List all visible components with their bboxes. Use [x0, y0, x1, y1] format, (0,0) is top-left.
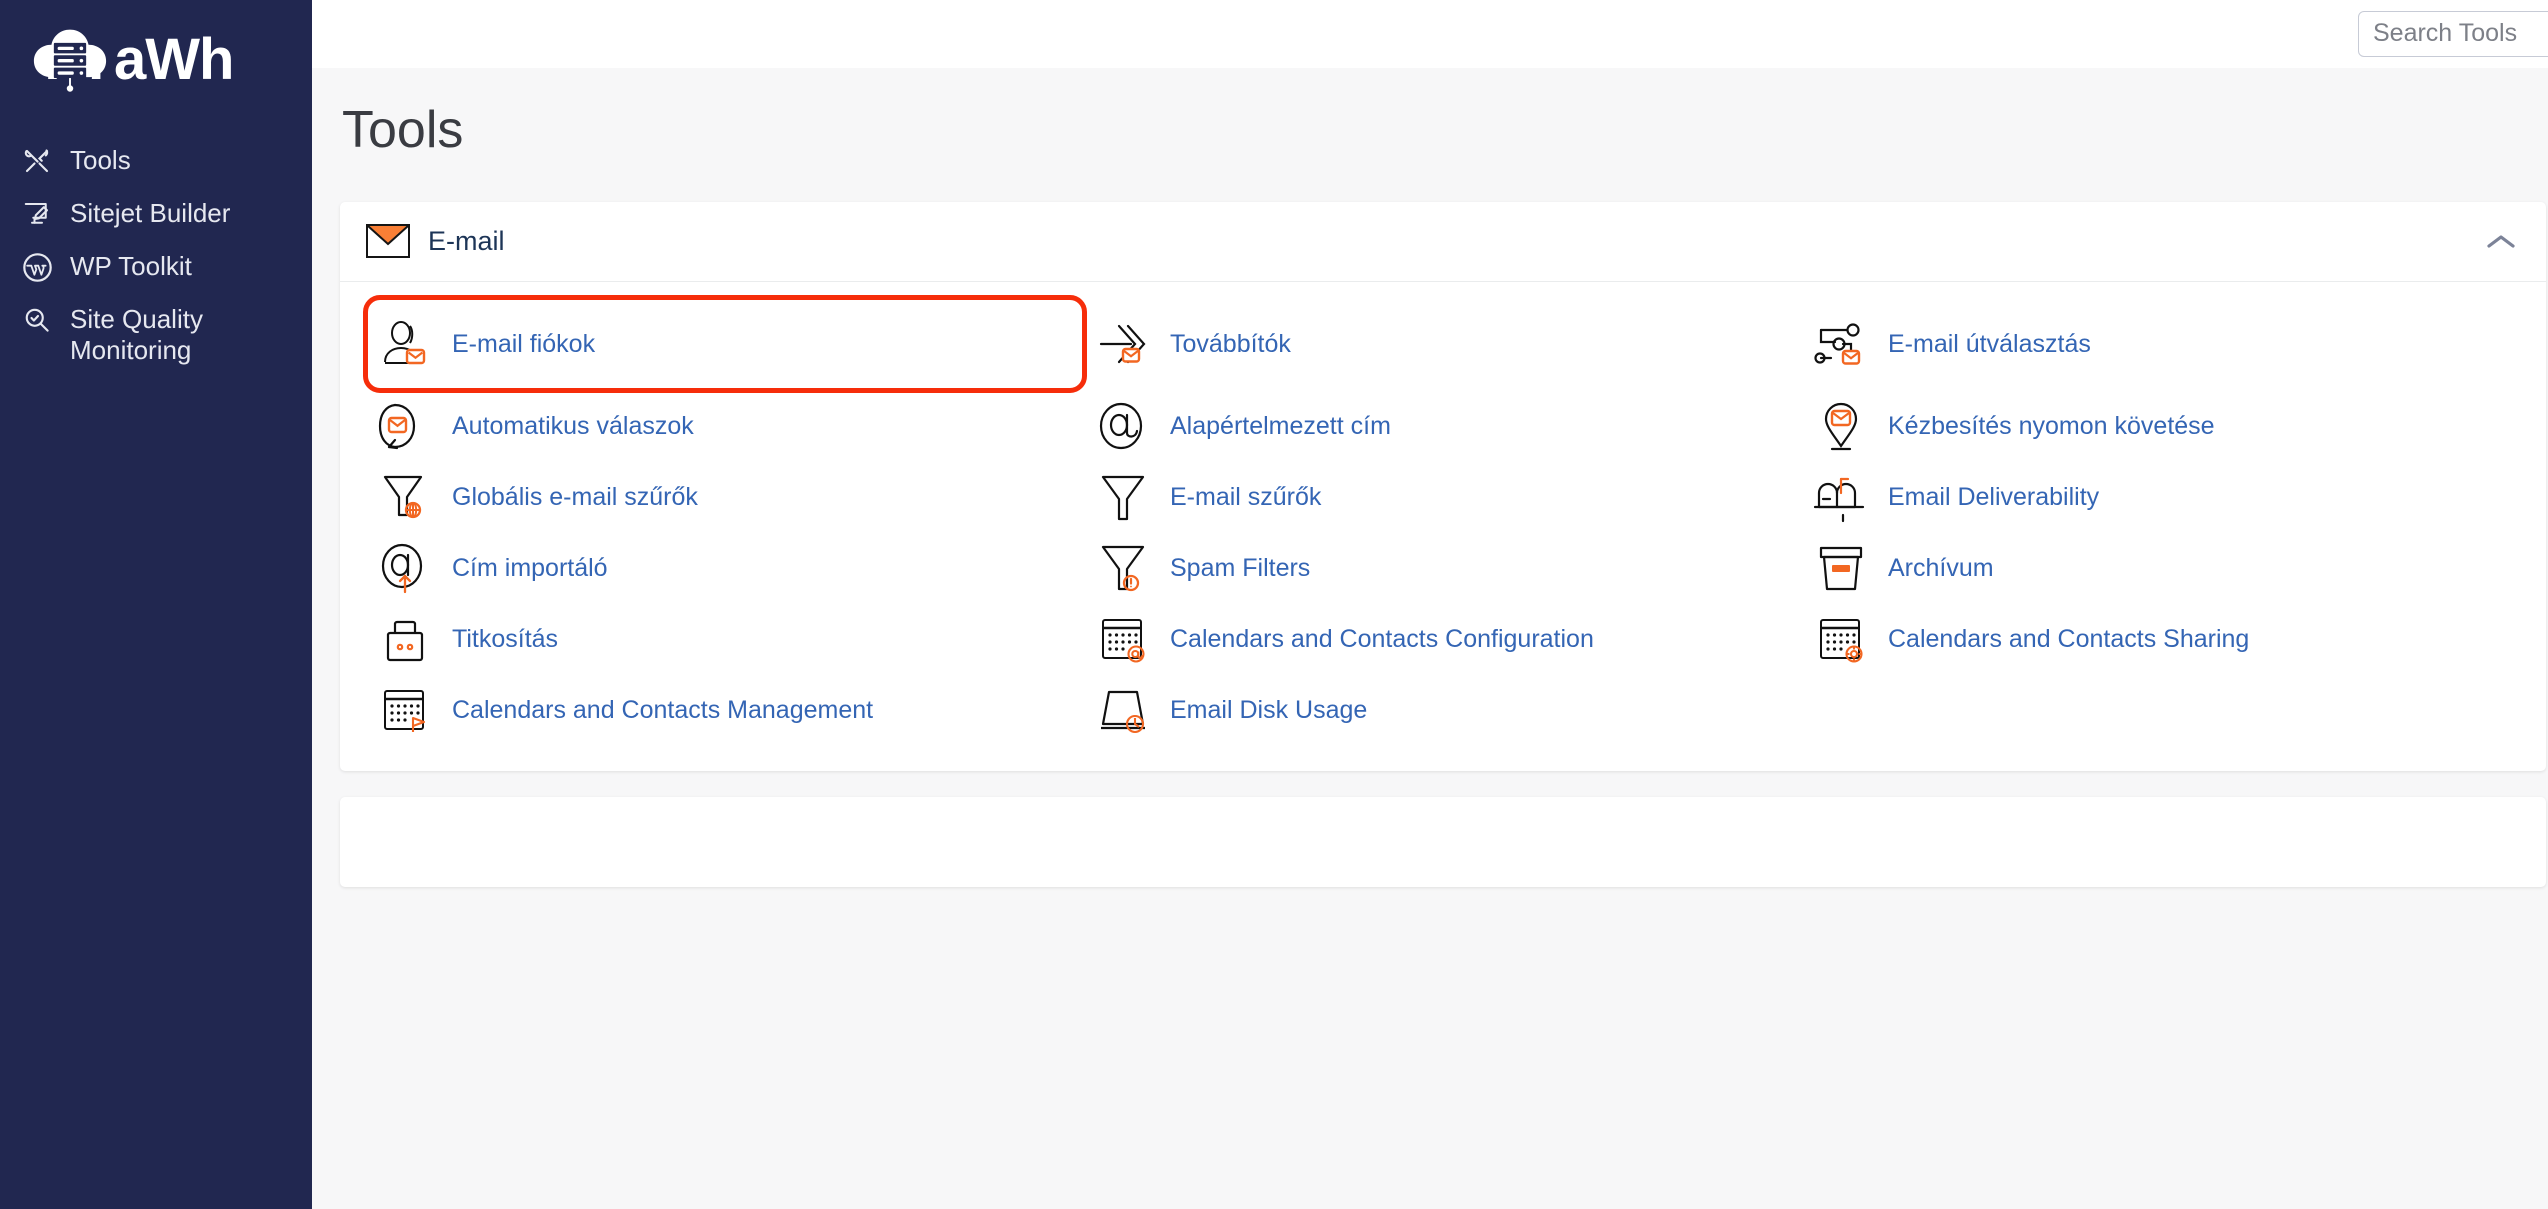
tile-default-address[interactable]: Alapértelmezett cím [1084, 390, 1802, 461]
calendar-share-icon [1810, 611, 1872, 667]
top-bar [312, 0, 2548, 68]
funnel-globe-icon [374, 469, 436, 525]
tile-label: Calendars and Contacts Sharing [1888, 624, 2250, 653]
email-panel: E-mail E-mail fiókok Továbbítók E-mail ú… [340, 202, 2546, 771]
tools-icon [22, 146, 60, 176]
tile-label: Cím importáló [452, 553, 608, 582]
tile-label: Archívum [1888, 553, 1994, 582]
search-input[interactable] [2358, 10, 2548, 57]
tile-label: Alapértelmezett cím [1170, 411, 1391, 440]
calendar-flag-icon [374, 682, 436, 738]
mailbox-icon [1810, 469, 1872, 525]
archive-box-icon [1810, 540, 1872, 596]
at-sign-upload-icon [374, 540, 436, 596]
tile-spam-filters[interactable]: Spam Filters [1084, 532, 1802, 603]
tile-label: Spam Filters [1170, 553, 1311, 582]
routing-nodes-envelope-icon [1810, 316, 1872, 372]
tile-label: Továbbítók [1170, 330, 1291, 358]
tile-calendars-contacts-management[interactable]: Calendars and Contacts Management [366, 674, 1084, 745]
envelope-icon [366, 223, 410, 260]
padlock-icon [374, 611, 436, 667]
sidebar-item-label: Sitejet Builder [70, 198, 231, 228]
map-pin-envelope-icon [1810, 398, 1872, 454]
calendar-at-icon [1092, 611, 1154, 667]
tile-archive[interactable]: Archívum [1802, 532, 2520, 603]
tile-calendars-contacts-configuration[interactable]: Calendars and Contacts Configuration [1084, 603, 1802, 674]
tile-label: E-mail szűrők [1170, 482, 1322, 511]
brand-logo-text: aWh [114, 27, 234, 92]
sidebar: aWh Tools Sitejet Builder WP Toolkit Sit… [0, 0, 312, 1209]
tile-label: E-mail fiókok [452, 330, 596, 358]
wordpress-icon [22, 252, 60, 282]
tile-track-delivery[interactable]: Kézbesítés nyomon követése [1802, 390, 2520, 461]
tile-label: Calendars and Contacts Management [452, 695, 874, 724]
main-content: Tools E-mail [312, 0, 2548, 1209]
app-root: aWh Tools Sitejet Builder WP Toolkit Sit… [0, 0, 2548, 1209]
sidebar-item-site-quality-monitoring[interactable]: Site Quality Monitoring [0, 293, 312, 376]
user-envelope-icon [374, 316, 436, 372]
tile-encryption[interactable]: Titkosítás [366, 603, 1084, 674]
page-title: Tools [342, 101, 464, 159]
monitor-pencil-icon [22, 199, 60, 229]
sidebar-item-label: Site Quality Monitoring [70, 304, 203, 365]
next-panel-placeholder [340, 797, 2546, 887]
tile-email-disk-usage[interactable]: Email Disk Usage [1084, 674, 1802, 745]
tile-calendars-contacts-sharing[interactable]: Calendars and Contacts Sharing [1802, 603, 2520, 674]
funnel-icon [1092, 469, 1154, 525]
tile-forwarders[interactable]: Továbbítók [1084, 298, 1802, 390]
autoresponder-loop-envelope-icon [374, 398, 436, 454]
magnifier-check-icon [22, 305, 60, 335]
tile-email-deliverability[interactable]: Email Deliverability [1802, 461, 2520, 532]
brand-logo[interactable]: aWh [0, 0, 312, 120]
email-panel-header[interactable]: E-mail [340, 202, 2546, 282]
tile-label: Email Disk Usage [1170, 695, 1368, 724]
cloud-server-logo-icon [22, 22, 118, 98]
chevron-up-icon[interactable] [2484, 231, 2518, 253]
email-panel-title: E-mail [428, 226, 505, 256]
sidebar-nav: Tools Sitejet Builder WP Toolkit Site Qu… [0, 134, 312, 376]
at-sign-icon [1092, 398, 1154, 454]
tile-label: Automatikus válaszok [452, 411, 694, 440]
sidebar-item-tools[interactable]: Tools [0, 134, 312, 187]
email-tile-grid: E-mail fiókok Továbbítók E-mail útválasz… [340, 282, 2546, 771]
tile-label: E-mail útválasztás [1888, 330, 2091, 358]
tile-label: Titkosítás [452, 624, 559, 653]
tile-address-importer[interactable]: Cím importáló [366, 532, 1084, 603]
tile-label: Calendars and Contacts Configuration [1170, 624, 1594, 653]
funnel-alert-icon [1092, 540, 1154, 596]
tile-label: Kézbesítés nyomon követése [1888, 411, 2215, 440]
sidebar-item-sitejet-builder[interactable]: Sitejet Builder [0, 187, 312, 240]
tile-autoresponders[interactable]: Automatikus válaszok [366, 390, 1084, 461]
tile-email-accounts[interactable]: E-mail fiókok [363, 295, 1087, 393]
arrow-forward-envelope-icon [1092, 316, 1154, 372]
tile-email-routing[interactable]: E-mail útválasztás [1802, 298, 2520, 390]
sidebar-item-label: WP Toolkit [70, 251, 192, 281]
sidebar-item-label: Tools [70, 145, 131, 175]
tile-label: Email Deliverability [1888, 482, 2100, 511]
tile-email-filters[interactable]: E-mail szűrők [1084, 461, 1802, 532]
disk-usage-icon [1092, 682, 1154, 738]
tile-global-email-filters[interactable]: Globális e-mail szűrők [366, 461, 1084, 532]
tile-label: Globális e-mail szűrők [452, 482, 698, 511]
sidebar-item-wp-toolkit[interactable]: WP Toolkit [0, 240, 312, 293]
